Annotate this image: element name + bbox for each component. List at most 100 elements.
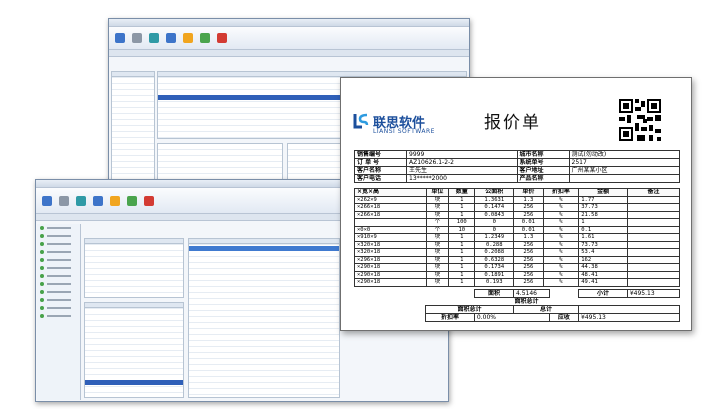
discount-value: 0.00% [473,313,550,322]
close-icon[interactable] [217,33,227,43]
info-key: 客户名称 [354,166,407,175]
cell-note [627,270,680,279]
settings-icon[interactable] [200,33,210,43]
sidebar-item[interactable] [37,296,80,304]
category-grid[interactable] [84,238,184,298]
cell-discount: % [542,263,580,272]
cell-spec: ×266×18 [354,203,427,212]
back-tree-panel[interactable] [111,71,155,183]
cell-spec: ×320×18 [354,248,427,257]
front-sidebar [37,224,81,400]
home-icon[interactable] [42,195,52,206]
col-header-qty: 数量 [448,188,476,197]
cell-note [627,225,680,234]
table-row: ×290×18 块 1 0.1734 256% 44.38 [354,263,680,272]
col-header-area: 公面积 [474,188,515,197]
selected-row[interactable] [85,380,183,385]
payable-value: ¥495.13 [578,313,680,322]
area-total-label: 面积总计 [425,305,514,314]
sidebar-item[interactable] [37,280,80,288]
cell-amount: 162 [578,255,628,264]
info-value: 13*****2000 [406,174,518,183]
cell-note [627,218,680,227]
sidebar-item[interactable] [37,248,80,256]
back-detail-form[interactable] [157,143,283,183]
cell-area: 0.0843 [474,210,515,219]
sidebar-item[interactable] [37,232,80,240]
info-value: 测试(勿动改) [568,150,680,159]
cell-qty: 1 [448,270,476,279]
cell-amount: 37.73 [578,203,628,212]
warning-icon[interactable] [110,195,120,206]
cell-price: 256 [513,278,544,287]
cell-discount: % [542,203,580,212]
customer-info-table: 销售编号 9999 城市名称 测试(勿动改) 订 单 号 AZ10626.1-2… [354,150,680,183]
item-grid[interactable] [188,238,340,398]
sidebar-item[interactable] [37,272,80,280]
quotation-sheet: 联思软件 LIANSI SOFTWARE 报价单 销售编号 9999 城市名称 … [340,77,692,331]
discount-row: 折扣率 0.00% 应收 ¥495.13 [354,313,680,322]
sidebar-item[interactable] [37,256,80,264]
cell-spec: ×296×18 [354,255,427,264]
data-icon[interactable] [149,33,159,43]
tools-icon[interactable] [132,33,142,43]
cell-spec: ×290×18 [354,263,427,272]
info-value: 王先生 [406,166,518,175]
cell-spec: ×290×18 [354,270,427,279]
table-row: ×320×18 块 1 0.2088 256% 53.4 [354,248,680,257]
cell-price: 256 [513,210,544,219]
tools-icon[interactable] [59,195,69,206]
cell-area: 0.2088 [474,248,515,257]
cell-qty: 1 [448,255,476,264]
cell-price: 256 [513,270,544,279]
cell-amount: 21.58 [578,210,628,219]
cell-unit: 块 [425,233,450,242]
subtotal-value: ¥495.13 [626,289,681,298]
cell-discount: % [542,240,580,249]
sidebar-item[interactable] [37,288,80,296]
table-row: ×320×18 块 1 0.288 256% 73.73 [354,240,680,249]
cell-note [627,248,680,257]
cell-spec: ×266×18 [354,210,427,219]
col-header-price: 单价 [513,188,544,197]
data-icon[interactable] [76,195,86,206]
sidebar-item[interactable] [37,264,80,272]
attribute-grid[interactable] [84,302,184,398]
cell-price: 0.01 [513,225,544,234]
sidebar-item[interactable] [37,312,80,320]
cell-unit: 块 [425,270,450,279]
cell-qty: 1 [448,203,476,212]
sidebar-item[interactable] [37,304,80,312]
settings-icon[interactable] [127,195,137,206]
cell-discount: % [542,210,580,219]
cell-area: 0.193 [474,278,515,287]
cell-amount: 44.38 [578,263,628,272]
sidebar-item[interactable] [37,240,80,248]
col-header-amount: 金额 [578,188,628,197]
cell-qty: 1 [448,233,476,242]
back-window-titlebar [109,19,469,27]
info-row: 销售编号 9999 城市名称 测试(勿动改) [354,150,680,159]
cell-note [627,210,680,219]
info-value: 9999 [406,150,518,159]
cell-unit: 块 [425,195,450,204]
report-icon[interactable] [166,33,176,43]
brand-name-en: LIANSI SOFTWARE [373,128,435,135]
selected-row[interactable] [189,246,339,251]
cell-amount: 0.1 [578,225,628,234]
cell-price: 0.01 [513,218,544,227]
cell-qty: 1 [448,248,476,257]
col-header-note: 备注 [627,188,680,197]
cell-discount: % [542,195,580,204]
home-icon[interactable] [115,33,125,43]
report-icon[interactable] [93,195,103,206]
info-key: 城市名称 [516,150,570,159]
grand-total-label: 总计 [512,305,580,314]
back-window-toolbar [109,27,469,50]
warning-icon[interactable] [183,33,193,43]
cell-discount: % [542,225,580,234]
sidebar-item[interactable] [37,224,80,232]
close-icon[interactable] [144,195,154,206]
cell-area: 0.1734 [474,263,515,272]
back-window-tabs [109,50,469,57]
